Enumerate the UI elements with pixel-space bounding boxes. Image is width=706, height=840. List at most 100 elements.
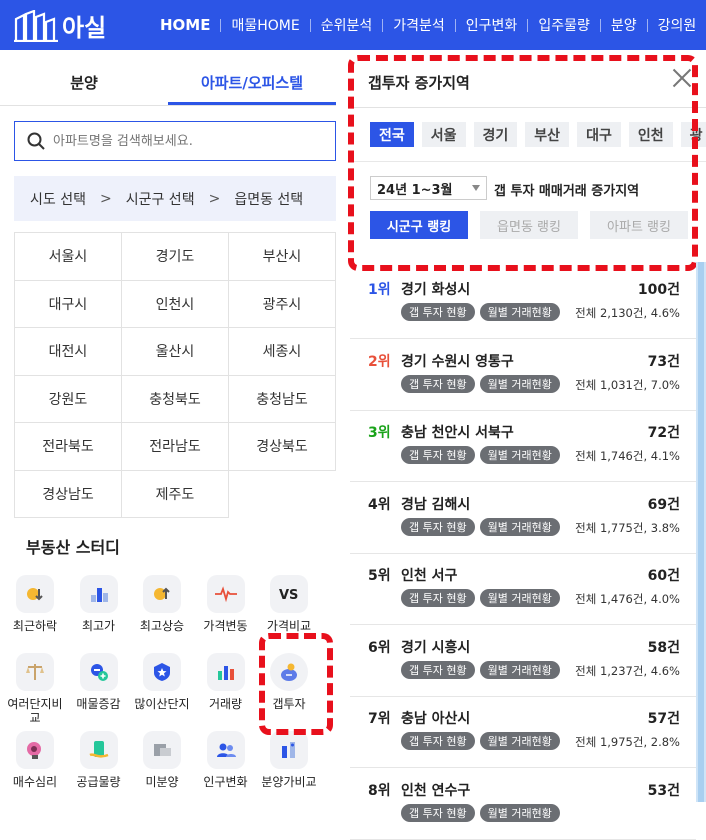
- region-name[interactable]: 경기 수원시 영통구: [401, 351, 514, 371]
- gap-status-button[interactable]: 갭 투자 현황: [401, 303, 475, 321]
- rank-number: 8위: [368, 782, 391, 799]
- gap-count: 57건: [647, 711, 680, 727]
- study-menu-label: 최고상승: [139, 619, 185, 633]
- study-menu-item[interactable]: 미분양: [129, 731, 195, 789]
- ranking-row[interactable]: 1위 경기 화성시 100건 갭 투자 현황 월별 거래현황 전체 2,130건, 4.6…: [350, 268, 696, 339]
- logo[interactable]: 아실: [14, 8, 106, 43]
- nav-item[interactable]: 입주물량: [528, 15, 600, 35]
- region-item[interactable]: 경상북도: [229, 423, 336, 471]
- region-item[interactable]: 충청북도: [122, 375, 229, 423]
- region-item[interactable]: 제주도: [122, 470, 229, 518]
- study-menu-label: 인구변화: [203, 775, 248, 789]
- study-menu-label: 미분양: [145, 775, 179, 789]
- ranking-row[interactable]: 4위 경남 김해시 69건 갭 투자 현황 월별 거래현황 전체 1,775건, 3.8%: [350, 483, 696, 554]
- ranking-row[interactable]: 8위 인천 연수구 53건 갭 투자 현황 월별 거래현황: [350, 769, 696, 840]
- study-menu-item[interactable]: 분양가비교: [256, 731, 322, 789]
- study-menu-item[interactable]: 가격변동: [193, 575, 259, 633]
- row-actions: 갭 투자 현황 월별 거래현황: [401, 303, 560, 321]
- study-menu-item[interactable]: 최고가: [66, 575, 132, 633]
- region-item[interactable]: 경상남도: [15, 470, 122, 518]
- region-item[interactable]: 서울시: [15, 233, 122, 281]
- monthly-trade-button[interactable]: 월별 거래현황: [479, 803, 560, 822]
- gap-count: 60건: [647, 568, 680, 584]
- monthly-trade-button[interactable]: 월별 거래현황: [479, 303, 560, 321]
- nav-item[interactable]: 인구변화: [456, 15, 528, 35]
- region-item[interactable]: 울산시: [122, 328, 229, 376]
- price-down-icon: [16, 575, 54, 613]
- region-item[interactable]: 대전시: [15, 328, 122, 376]
- breadcrumb-sido[interactable]: 시도 선택: [30, 189, 86, 209]
- monthly-trade-button[interactable]: 월별 거래현황: [479, 660, 560, 679]
- region-item[interactable]: 부산시: [229, 233, 336, 281]
- region-item[interactable]: 세종시: [229, 328, 336, 376]
- rank-number: 4위: [368, 496, 391, 513]
- rank-number: 7위: [368, 711, 391, 727]
- nav-item[interactable]: 순위분석: [311, 15, 383, 35]
- ranking-row[interactable]: 3위 충남 천안시 서북구 72건 갭 투자 현황 월별 거래현황 전체 1,746건, …: [350, 411, 696, 482]
- study-menu-item[interactable]: 거래량: [193, 653, 259, 711]
- study-menu-item[interactable]: 최근하락: [2, 575, 68, 633]
- nav-item[interactable]: 가격분석: [383, 15, 455, 35]
- monthly-trade-button[interactable]: 월별 거래현황: [479, 732, 560, 750]
- region-item[interactable]: 광주시: [229, 280, 336, 328]
- gap-status-button[interactable]: 갭 투자 현황: [401, 660, 475, 679]
- search-input[interactable]: [53, 133, 313, 149]
- gap-status-button[interactable]: 갭 투자 현황: [401, 589, 475, 607]
- population-icon: [206, 731, 245, 769]
- main-nav: HOME 매물HOME 순위분석 가격분석 인구변화 입주물량 분양 강의원: [150, 0, 706, 50]
- tab-presale[interactable]: 분양: [0, 62, 168, 105]
- breadcrumb-sigungu[interactable]: 시군구 선택: [126, 189, 195, 209]
- ranking-row[interactable]: 2위 경기 수원시 영통구 73건 갭 투자 현황 월별 거래현황 전체 1,031건, …: [350, 340, 696, 411]
- tab-apartment-officetel[interactable]: 아파트/오피스텔: [168, 62, 336, 105]
- logo-buildings-icon: [14, 8, 58, 42]
- region-name[interactable]: 충남 아산시: [401, 708, 470, 728]
- study-menu-item[interactable]: 매물증감: [66, 653, 132, 711]
- monthly-trade-button[interactable]: 월별 거래현황: [479, 374, 560, 393]
- gap-status-button[interactable]: 갭 투자 현황: [401, 517, 475, 536]
- region-name[interactable]: 충남 천안시 서북구: [401, 422, 514, 442]
- region-item[interactable]: 대구시: [15, 280, 122, 328]
- region-item[interactable]: 경기도: [122, 233, 229, 281]
- scale-icon: [16, 653, 54, 691]
- total-trades: 전체 1,476건, 4.0%: [575, 592, 680, 606]
- region-name[interactable]: 경기 시흥시: [401, 637, 470, 657]
- scrollbar[interactable]: [696, 262, 706, 802]
- nav-item[interactable]: 매물HOME: [221, 15, 309, 35]
- ranking-row[interactable]: 5위 인천 서구 60건 갭 투자 현황 월별 거래현황 전체 1,476건, 4.0%: [350, 554, 696, 625]
- study-menu-label: 가격변동: [203, 619, 248, 633]
- region-name[interactable]: 인천 연수구: [401, 780, 470, 800]
- gap-status-button[interactable]: 갭 투자 현황: [401, 446, 475, 464]
- breadcrumb-eupmyeondong[interactable]: 읍면동 선택: [234, 189, 303, 209]
- study-menu-item[interactable]: 많이산단지: [129, 653, 195, 711]
- region-item[interactable]: 강원도: [15, 375, 122, 423]
- apartment-search[interactable]: [14, 121, 336, 161]
- row-actions: 갭 투자 현황 월별 거래현황: [401, 589, 560, 607]
- gap-investment-highlight: [259, 633, 333, 735]
- gap-status-button[interactable]: 갭 투자 현황: [401, 803, 475, 822]
- nav-item[interactable]: 강의원: [648, 15, 706, 35]
- chevron-right-icon: >: [99, 190, 112, 207]
- study-menu-item[interactable]: 매수심리: [2, 731, 68, 789]
- region-item[interactable]: 전라남도: [122, 423, 229, 471]
- scrollbar-thumb[interactable]: [698, 262, 704, 802]
- region-name[interactable]: 경기 화성시: [401, 279, 470, 299]
- nav-item[interactable]: 분양: [601, 15, 647, 35]
- monthly-trade-button[interactable]: 월별 거래현황: [479, 589, 560, 607]
- study-menu-item[interactable]: 공급물량: [66, 731, 132, 789]
- region-name[interactable]: 경남 김해시: [401, 494, 470, 514]
- nav-item[interactable]: HOME: [150, 16, 220, 34]
- region-item[interactable]: 인천시: [122, 280, 229, 328]
- ranking-row[interactable]: 7위 충남 아산시 57건 갭 투자 현황 월별 거래현황 전체 1,975건, 2.8%: [350, 697, 696, 768]
- monthly-trade-button[interactable]: 월별 거래현황: [479, 446, 560, 464]
- study-menu-item[interactable]: 최고상승: [129, 575, 195, 633]
- ranking-row[interactable]: 6위 경기 시흥시 58건 갭 투자 현황 월별 거래현황 전체 1,237건, 4.6%: [350, 626, 696, 697]
- monthly-trade-button[interactable]: 월별 거래현황: [479, 517, 560, 536]
- region-item[interactable]: 충청남도: [229, 375, 336, 423]
- gap-status-button[interactable]: 갭 투자 현황: [401, 732, 475, 750]
- study-menu-item[interactable]: 인구변화: [193, 731, 259, 789]
- gap-status-button[interactable]: 갭 투자 현황: [401, 374, 475, 393]
- study-menu-item[interactable]: VS 가격비교: [256, 575, 322, 633]
- study-menu-item[interactable]: 여러단지비교: [2, 653, 68, 725]
- region-item[interactable]: 전라북도: [15, 423, 122, 471]
- region-name[interactable]: 인천 서구: [401, 565, 457, 585]
